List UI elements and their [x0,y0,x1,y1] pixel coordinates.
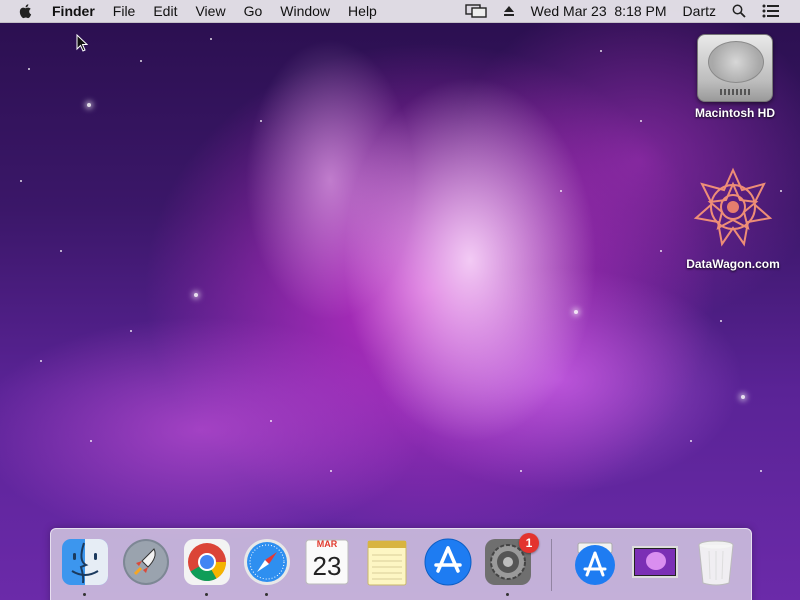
app-store-icon [424,538,472,586]
menu-view[interactable]: View [186,0,234,22]
dock-item-desktop-folder[interactable] [630,537,680,587]
menubar-clock[interactable]: Wed Mar 23 8:18 PM [523,0,675,22]
running-indicator [83,593,86,596]
menu-edit[interactable]: Edit [144,0,186,22]
dock-item-system-preferences[interactable]: 1 [483,533,539,587]
dock-item-chrome[interactable] [182,537,232,587]
chrome-icon [184,539,230,585]
desktop-icon-datawagon[interactable]: DataWagon.com [678,166,788,271]
eject-icon[interactable] [503,5,515,17]
running-indicator [506,593,509,596]
spotlight-search-icon[interactable] [732,4,746,18]
dock-item-trash[interactable] [691,537,741,587]
datawagon-mandala-icon [693,167,773,247]
running-indicator [205,593,208,596]
dock-item-safari[interactable] [242,537,292,587]
launchpad-rocket-icon [123,539,169,585]
desktop-icon-label: DataWagon.com [686,257,780,271]
airplay-display-icon[interactable] [464,4,487,18]
notes-icon [367,540,407,586]
desktop-icon-label: Macintosh HD [694,106,775,120]
dock-item-finder[interactable] [60,537,110,587]
dock: MAR 23 1 [50,528,752,600]
dock-separator [551,539,552,591]
menu-go[interactable]: Go [235,0,272,22]
apple-icon[interactable] [18,3,34,19]
menu-help[interactable]: Help [339,0,386,22]
dock-item-calendar[interactable]: MAR 23 [302,537,352,587]
trash-icon [698,540,734,586]
notification-badge: 1 [519,533,539,553]
notification-center-icon[interactable] [762,4,780,18]
menu-app-finder[interactable]: Finder [46,0,104,22]
dock-item-downloads[interactable] [570,537,620,587]
running-indicator [265,593,268,596]
menubar-user[interactable]: Dartz [675,0,724,22]
app-store-icon [575,542,615,585]
safari-compass-icon [244,539,290,585]
dock-item-launchpad[interactable] [121,537,171,587]
mouse-pointer-icon [76,34,88,52]
finder-icon [62,539,108,585]
desktop-wallpaper-stack-icon [632,546,678,578]
dock-item-notes[interactable] [362,537,412,587]
desktop-icon-macintosh-hd[interactable]: Macintosh HD [680,34,790,120]
hard-drive-icon [697,34,773,102]
dock-item-app-store[interactable] [423,537,473,587]
menu-window[interactable]: Window [271,0,339,22]
menu-file[interactable]: File [104,0,145,22]
desktop-screen: Finder File Edit View Go Window Help Wed… [0,0,800,600]
calendar-month: MAR [316,539,338,549]
menu-bar: Finder File Edit View Go Window Help Wed… [0,0,800,23]
calendar-day: 23 [312,551,342,581]
